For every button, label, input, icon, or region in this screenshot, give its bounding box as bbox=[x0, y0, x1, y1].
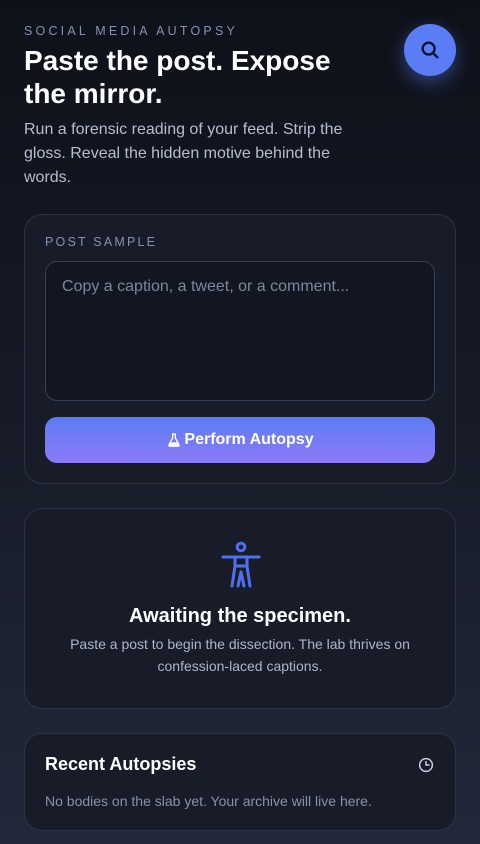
post-sample-label: POST SAMPLE bbox=[45, 235, 158, 249]
eyebrow-label: SOCIAL MEDIA AUTOPSY bbox=[24, 24, 239, 38]
recent-autopsies-title: Recent Autopsies bbox=[45, 754, 197, 774]
history-clock-icon[interactable] bbox=[417, 756, 435, 774]
perform-autopsy-button[interactable]: Perform Autopsy bbox=[45, 417, 435, 463]
empty-state-title: Awaiting the specimen. bbox=[129, 605, 351, 627]
flask-icon bbox=[168, 433, 181, 447]
empty-state-description: Paste a post to begin the dissection. Th… bbox=[70, 636, 410, 674]
person-figure-icon bbox=[221, 541, 261, 588]
empty-state-card: Awaiting the specimen. Paste a post to b… bbox=[24, 508, 456, 709]
page-subtitle: Run a forensic reading of your feed. Str… bbox=[24, 121, 343, 186]
perform-autopsy-label: Perform Autopsy bbox=[184, 431, 314, 448]
post-input[interactable] bbox=[45, 261, 435, 401]
search-icon bbox=[421, 41, 439, 59]
recent-autopsies-card: Recent Autopsies No bodies on the slab y… bbox=[24, 733, 456, 831]
page-title: Paste the post. Expose the mirror. bbox=[24, 45, 331, 109]
search-button[interactable] bbox=[404, 24, 456, 76]
post-input-card: POST SAMPLE Perform Autopsy bbox=[24, 214, 456, 484]
recent-empty-text: No bodies on the slab yet. Your archive … bbox=[45, 793, 372, 809]
